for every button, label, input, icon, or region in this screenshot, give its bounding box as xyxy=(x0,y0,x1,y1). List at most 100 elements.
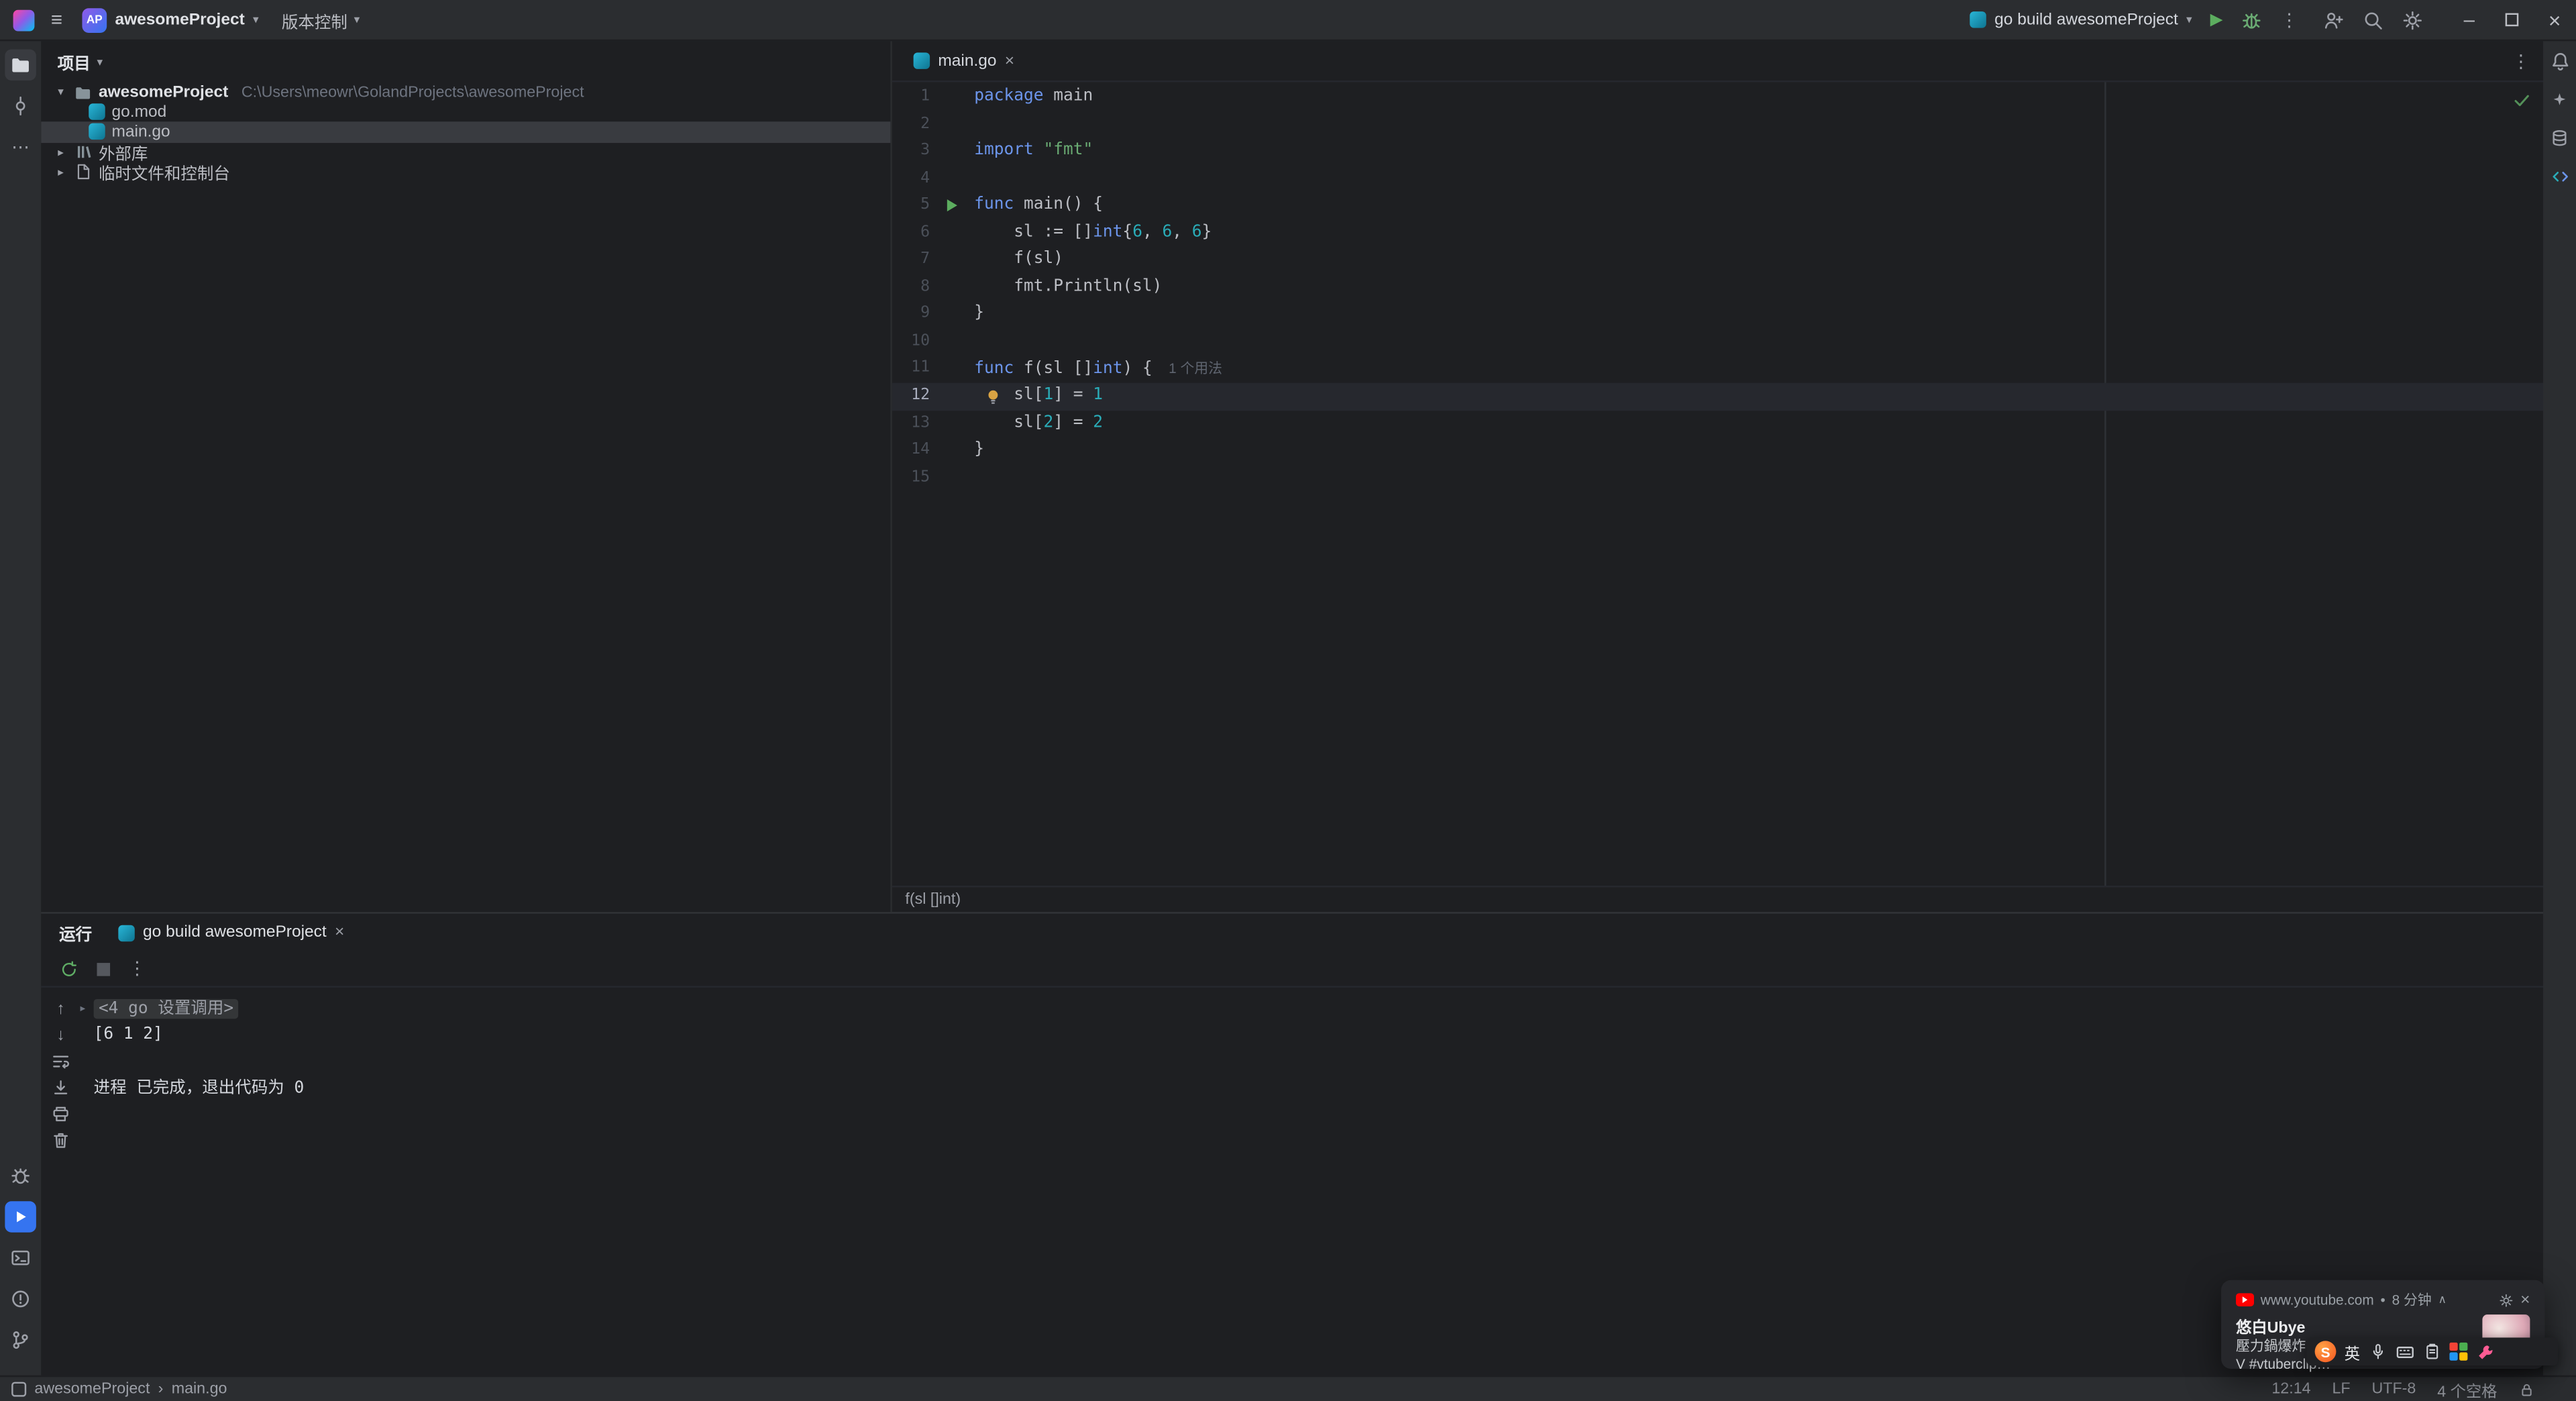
editor-tab-maingo[interactable]: main.go × xyxy=(899,41,1030,81)
more-actions-button[interactable]: ⋮ xyxy=(2280,9,2298,30)
problems-icon xyxy=(10,1288,32,1310)
toast-close-icon[interactable]: × xyxy=(2520,1291,2530,1309)
status-crumb-file[interactable]: main.go xyxy=(172,1380,227,1398)
intention-bulb-icon[interactable] xyxy=(984,387,1002,405)
version-control-tool-button[interactable] xyxy=(5,1325,36,1356)
run-tab[interactable]: go build awesomeProject × xyxy=(118,923,344,941)
editor-breadcrumbs[interactable]: f(sl []int) xyxy=(892,886,2544,912)
tree-row-gomod[interactable]: go.mod xyxy=(41,102,890,122)
run-tool-button[interactable] xyxy=(5,1201,36,1233)
code-text[interactable]: } xyxy=(974,437,984,465)
toolbox-icon[interactable] xyxy=(2475,1342,2494,1361)
project-tool-button[interactable] xyxy=(5,49,36,81)
settings-button[interactable] xyxy=(2402,9,2423,30)
close-icon[interactable]: × xyxy=(1005,52,1014,70)
window-minimize-button[interactable]: – xyxy=(2448,0,2491,40)
git-branch-icon xyxy=(10,1329,32,1351)
vcs-widget[interactable]: 版本控制 ▾ xyxy=(282,7,360,32)
rerun-icon[interactable] xyxy=(59,959,78,978)
toast-time: 8 分钟 xyxy=(2392,1291,2432,1308)
code-with-me-button[interactable] xyxy=(2323,9,2345,30)
breadcrumb[interactable]: f(sl []int) xyxy=(905,890,961,909)
mic-icon[interactable] xyxy=(2368,1343,2386,1361)
notifications-bell-icon[interactable] xyxy=(2549,51,2571,72)
folded-region[interactable]: <4 go 设置调用> xyxy=(93,998,239,1019)
problems-tool-button[interactable] xyxy=(5,1284,36,1315)
code-line[interactable]: 7 f(sl) xyxy=(892,247,2543,274)
caret-position[interactable]: 12:14 xyxy=(2271,1380,2310,1398)
search-everywhere-button[interactable] xyxy=(2363,9,2384,30)
code-line[interactable]: 9} xyxy=(892,301,2543,329)
code-line[interactable]: 13 sl[2] = 2 xyxy=(892,410,2543,437)
close-icon[interactable]: × xyxy=(335,923,344,941)
debug-button[interactable] xyxy=(2241,9,2262,30)
code-line[interactable]: 6 sl := []int{6, 6, 6} xyxy=(892,220,2543,248)
code-text[interactable]: } xyxy=(974,301,984,329)
status-bar: awesomeProject › main.go 12:14 LF UTF-8 … xyxy=(0,1375,2576,1401)
endpoints-icon[interactable] xyxy=(2549,166,2571,187)
status-crumb-project[interactable]: awesomeProject xyxy=(34,1380,150,1398)
sogou-logo-icon[interactable]: S xyxy=(2314,1341,2337,1363)
ime-mode-label[interactable]: 英 xyxy=(2345,1340,2360,1363)
code-line[interactable]: 4 xyxy=(892,165,2543,193)
code-line[interactable]: 8 fmt.Println(sl) xyxy=(892,274,2543,302)
code-line[interactable]: 3 import "fmt" xyxy=(892,138,2543,166)
code-text[interactable]: sl[2] = 2 xyxy=(974,410,1103,437)
code-text[interactable]: func main() { xyxy=(974,193,1103,220)
run-config-selector[interactable]: go build awesomeProject ▾ xyxy=(1970,11,2192,29)
stop-icon[interactable] xyxy=(97,962,111,976)
debug-tool-button[interactable] xyxy=(5,1160,36,1192)
console-output[interactable]: ▸ <4 go 设置调用> [6 1 2] 进程 已完成，退出代码为 0 xyxy=(41,996,2543,1376)
go-run-config-icon xyxy=(118,924,135,941)
file-encoding[interactable]: UTF-8 xyxy=(2371,1380,2416,1398)
database-icon[interactable] xyxy=(2550,128,2569,148)
ai-assistant-icon[interactable] xyxy=(2550,91,2569,110)
more-tool-windows-button[interactable]: ⋯ xyxy=(5,132,36,163)
run-button[interactable]: ▶ xyxy=(2210,11,2223,29)
clipboard-icon[interactable] xyxy=(2422,1343,2440,1361)
project-widget[interactable]: AP awesomeProject ▾ xyxy=(82,7,259,32)
tree-row-scratches[interactable]: ▸ 临时文件和控制台 xyxy=(41,162,890,185)
tree-row-maingo[interactable]: main.go xyxy=(41,122,891,142)
scratch-file-icon xyxy=(74,163,92,181)
line-separator[interactable]: LF xyxy=(2332,1380,2350,1398)
code-text[interactable]: package main xyxy=(974,84,1093,111)
code-text[interactable]: f(sl) xyxy=(974,247,1063,274)
ime-toolbar[interactable]: S 英 xyxy=(2306,1337,2559,1366)
code-line[interactable]: 10 xyxy=(892,329,2543,356)
tab-options-icon[interactable]: ⋮ xyxy=(2512,50,2530,71)
run-line-icon[interactable] xyxy=(943,198,959,214)
code-text[interactable]: sl := []int{6, 6, 6} xyxy=(974,220,1212,248)
commit-tool-button[interactable] xyxy=(5,91,36,122)
tree-row-root[interactable]: ▾ awesomeProject C:\Users\meowr\GolandPr… xyxy=(41,82,890,102)
code-text[interactable]: fmt.Println(sl) xyxy=(974,274,1162,302)
apps-grid-icon[interactable] xyxy=(2449,1342,2467,1361)
code-line[interactable]: 14} xyxy=(892,437,2543,465)
code-line[interactable]: 12 sl[1] = 1 xyxy=(892,382,2544,411)
window-maximize-button[interactable] xyxy=(2491,0,2534,40)
chevron-down-icon[interactable]: ▾ xyxy=(54,86,68,99)
toast-settings-icon[interactable] xyxy=(2499,1292,2514,1307)
chevron-right-icon[interactable]: ▸ xyxy=(54,166,68,178)
code-line[interactable]: 1 package main xyxy=(892,84,2543,111)
indent-setting[interactable]: 4 个空格 xyxy=(2437,1378,2497,1401)
code-text[interactable]: sl[1] = 1 xyxy=(974,383,1103,411)
keyboard-icon[interactable] xyxy=(2394,1342,2414,1361)
fold-arrow-icon[interactable]: ▸ xyxy=(79,996,87,1023)
terminal-tool-button[interactable] xyxy=(5,1242,36,1274)
run-more-options-icon[interactable]: ⋮ xyxy=(128,958,146,979)
code-line[interactable]: 15 xyxy=(892,464,2543,492)
code-text[interactable]: func f(sl []int) {1 个用法 xyxy=(974,356,1222,383)
project-panel-header[interactable]: 项目 ▾ xyxy=(41,41,890,82)
window-close-button[interactable]: × xyxy=(2533,0,2576,40)
code-line[interactable]: 5 func main() { xyxy=(892,193,2543,220)
code-editor[interactable]: 1 package main 2 3 import "fmt" 4 5 func main()… xyxy=(892,82,2544,886)
main-menu-icon[interactable]: ≡ xyxy=(51,8,62,31)
code-text[interactable]: import "fmt" xyxy=(974,138,1093,166)
read-lock-icon[interactable] xyxy=(2518,1381,2534,1397)
chevron-up-icon[interactable]: ∧ xyxy=(2438,1293,2447,1306)
code-line[interactable]: 2 xyxy=(892,111,2543,138)
code-line[interactable]: 11 func f(sl []int) {1 个用法 xyxy=(892,356,2543,383)
chevron-right-icon[interactable]: ▸ xyxy=(54,146,68,159)
tree-row-external-libraries[interactable]: ▸ 外部库 xyxy=(41,142,890,164)
